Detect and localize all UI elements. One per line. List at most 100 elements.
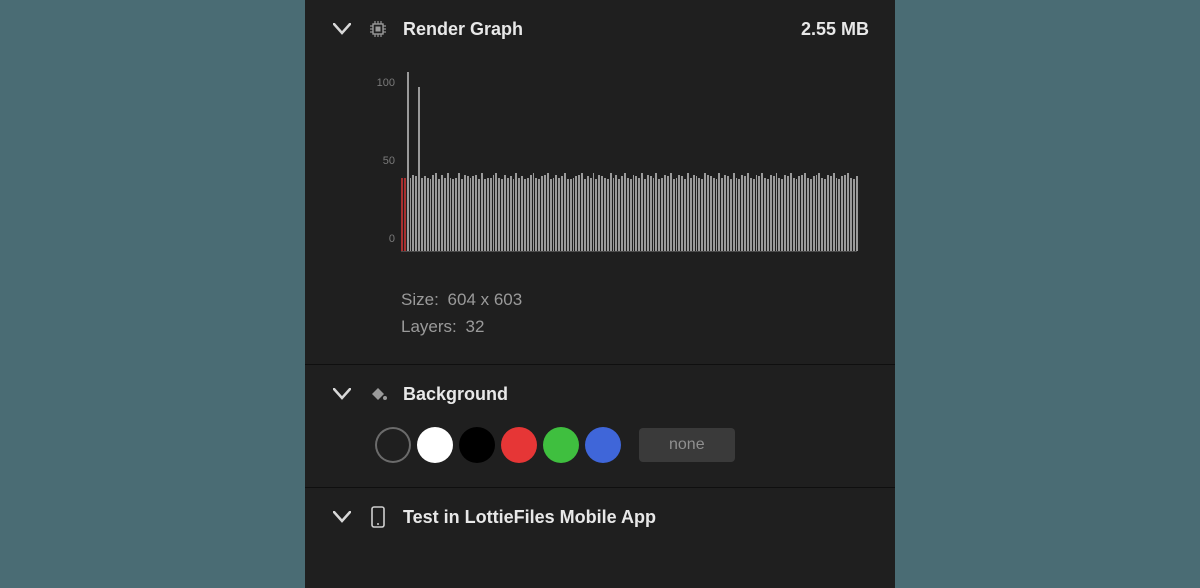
- chart-bar: [490, 178, 492, 251]
- swatch-blue[interactable]: [585, 427, 621, 463]
- chart-bar: [833, 173, 835, 251]
- layers-label: Layers:: [401, 317, 457, 336]
- chart-bar: [401, 178, 403, 251]
- render-graph-header: Render Graph 2.55 MB: [305, 18, 895, 40]
- chart-bar: [404, 178, 406, 251]
- chart-bar: [541, 176, 543, 251]
- swatch-black[interactable]: [459, 427, 495, 463]
- chart-bar: [584, 179, 586, 251]
- chart-bar: [495, 173, 497, 251]
- chart-bar: [647, 175, 649, 251]
- chart-bar: [753, 179, 755, 251]
- chart-bar: [756, 175, 758, 251]
- test-mobile-section: Test in LottieFiles Mobile App: [305, 488, 895, 558]
- chart-bar: [838, 179, 840, 251]
- chart-bar: [707, 175, 709, 251]
- chart-bar: [618, 179, 620, 251]
- chart-bar: [493, 175, 495, 251]
- chart-bar: [567, 179, 569, 251]
- chart-bar: [570, 179, 572, 251]
- chart-bar: [564, 173, 566, 251]
- chart-bar: [535, 178, 537, 251]
- chart-bar: [610, 173, 612, 251]
- background-header: Background: [305, 383, 895, 405]
- chart-bar: [764, 178, 766, 251]
- swatch-transparent[interactable]: [375, 427, 411, 463]
- chart-bar: [515, 173, 517, 251]
- chart-bar: [507, 178, 509, 251]
- chart-bar: [730, 179, 732, 251]
- swatch-white[interactable]: [417, 427, 453, 463]
- chart-bar: [410, 178, 412, 251]
- chart-bar: [750, 178, 752, 251]
- chart-bar: [573, 178, 575, 251]
- chart-bar: [444, 178, 446, 251]
- chart-bar: [621, 176, 623, 251]
- chart-bar: [658, 179, 660, 251]
- chart-bar: [830, 176, 832, 251]
- chart-tick: 0: [389, 233, 395, 245]
- chart-bar: [553, 178, 555, 251]
- chart-bar: [467, 176, 469, 251]
- chart-bar: [478, 179, 480, 251]
- chart-bar: [575, 176, 577, 251]
- chart-bar: [455, 178, 457, 251]
- chart-bar: [667, 176, 669, 251]
- chart-bar: [415, 176, 417, 251]
- chart-bar: [587, 176, 589, 251]
- chart-bar: [613, 178, 615, 251]
- chart-bar: [581, 173, 583, 251]
- chart-bar: [595, 179, 597, 251]
- chart-bar: [778, 178, 780, 251]
- swatch-green[interactable]: [543, 427, 579, 463]
- chart-bar: [853, 179, 855, 251]
- chart-bar: [818, 173, 820, 251]
- chevron-down-icon[interactable]: [331, 383, 353, 405]
- chart-bar: [598, 175, 600, 251]
- chevron-down-icon[interactable]: [331, 506, 353, 528]
- chart-bar: [501, 179, 503, 251]
- chart-bar: [641, 173, 643, 251]
- chart-bar: [635, 176, 637, 251]
- chart-bar: [821, 178, 823, 251]
- cpu-icon: [367, 18, 389, 40]
- chart-bar: [464, 175, 466, 251]
- chart-bar: [696, 176, 698, 251]
- chart-bar: [521, 176, 523, 251]
- chart-bar: [533, 173, 535, 251]
- chart-bar: [787, 176, 789, 251]
- chevron-down-icon[interactable]: [331, 18, 353, 40]
- chart-bar: [458, 173, 460, 251]
- chart-bar: [452, 179, 454, 251]
- none-button[interactable]: none: [639, 428, 735, 462]
- chart-bar: [550, 179, 552, 251]
- chart-bar: [790, 173, 792, 251]
- chart-bar: [438, 179, 440, 251]
- chart-bar: [713, 178, 715, 251]
- chart-bar: [633, 175, 635, 251]
- chart-bar: [664, 175, 666, 251]
- swatch-red[interactable]: [501, 427, 537, 463]
- chart-bar: [767, 179, 769, 251]
- chart-bar: [716, 179, 718, 251]
- chart-bar: [513, 179, 515, 251]
- chart-bar: [727, 176, 729, 251]
- chart-bar: [653, 178, 655, 251]
- chart-bar: [781, 179, 783, 251]
- chart-bar: [793, 178, 795, 251]
- chart-bar: [561, 176, 563, 251]
- paint-bucket-icon: [367, 383, 389, 405]
- mobile-icon: [367, 506, 389, 528]
- chart-bar: [418, 87, 420, 251]
- chart-bar: [710, 176, 712, 251]
- chart-bar: [741, 175, 743, 251]
- chart-bar: [836, 178, 838, 251]
- chart-bar: [432, 175, 434, 251]
- chart-bar: [498, 178, 500, 251]
- chart-bar: [527, 178, 529, 251]
- chart-bar: [655, 173, 657, 251]
- chart-bar: [555, 175, 557, 251]
- chart-bar: [430, 179, 432, 251]
- chart-bar: [776, 173, 778, 251]
- chart-bars: [401, 64, 857, 251]
